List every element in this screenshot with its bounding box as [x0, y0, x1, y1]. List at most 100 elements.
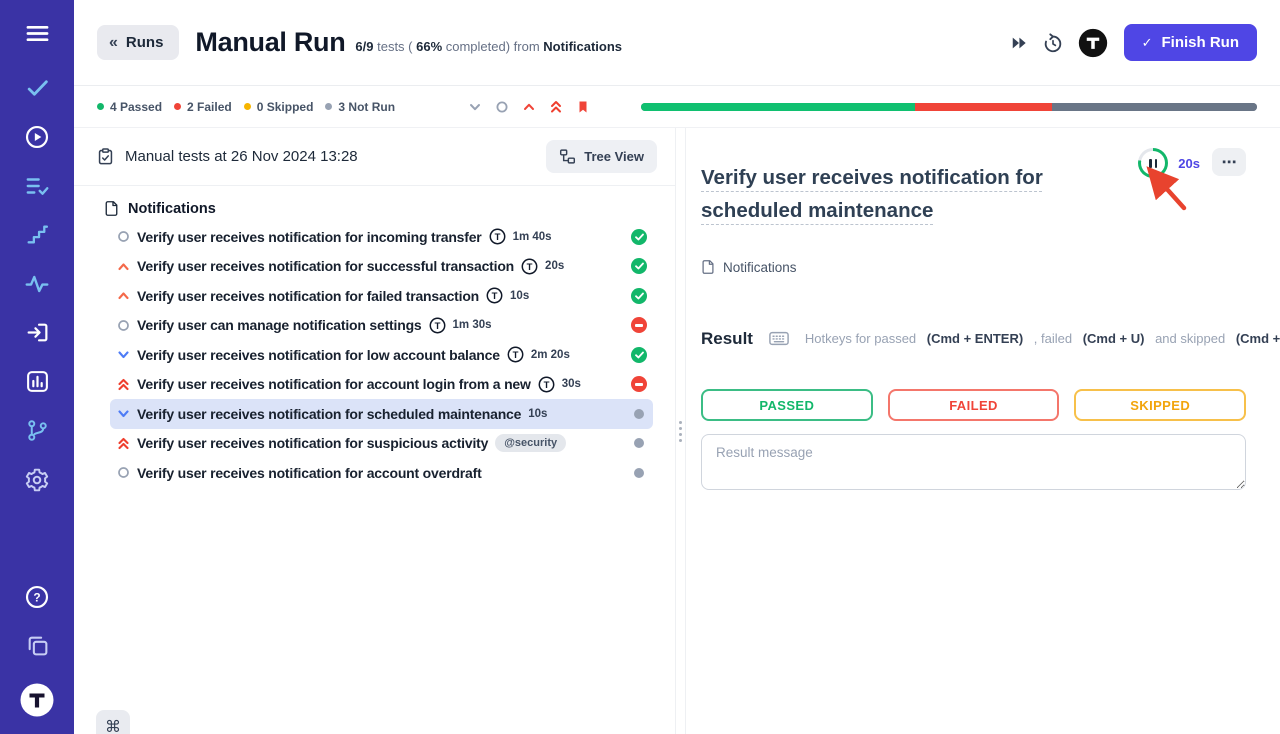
progress-source: Notifications — [543, 39, 622, 54]
double-chevron-up-icon[interactable] — [546, 97, 566, 117]
test-duration: 30s — [562, 378, 581, 390]
fast-forward-icon[interactable] — [1002, 26, 1036, 60]
sidebar: ? — [0, 0, 74, 734]
runs-icon[interactable] — [24, 123, 51, 150]
test-duration: 10s — [528, 408, 547, 420]
steps-icon[interactable] — [24, 221, 51, 248]
run-title: Manual tests at 26 Nov 2024 13:28 — [125, 148, 358, 165]
circle-icon[interactable] — [492, 97, 512, 117]
svg-text:T: T — [543, 380, 549, 391]
tree-view-icon — [559, 148, 576, 165]
priority-icon — [116, 260, 130, 273]
import-icon[interactable] — [24, 319, 51, 346]
test-title: Verify user receives notification for lo… — [137, 347, 500, 363]
test-list: Verify user receives notification for in… — [74, 222, 675, 488]
skipped-count: 0 Skipped — [244, 100, 314, 114]
hotkey-failed: (Cmd + U) — [1083, 331, 1145, 346]
progress-fraction: 6/9 — [355, 39, 373, 54]
test-title: Verify user receives notification for ac… — [137, 376, 531, 392]
test-row[interactable]: Verify user receives notification for lo… — [110, 340, 653, 370]
run-header: Manual tests at 26 Nov 2024 13:28 Tree V… — [74, 128, 675, 186]
timer-value: 20s — [1178, 156, 1200, 171]
timer-history-icon[interactable] — [1036, 26, 1070, 60]
result-message-input[interactable] — [701, 434, 1246, 490]
testomat-header-logo[interactable] — [1078, 28, 1108, 58]
svg-text:T: T — [492, 291, 498, 302]
test-row[interactable]: Verify user receives notification for in… — [110, 222, 653, 252]
testomat-badge-icon: T — [486, 287, 503, 304]
priority-icon — [116, 348, 130, 361]
branches-icon[interactable] — [24, 417, 51, 444]
menu-icon[interactable] — [24, 20, 51, 47]
testomat-badge-icon: T — [489, 228, 506, 245]
command-palette-button[interactable]: ⌘ — [96, 710, 130, 734]
test-title: Verify user can manage notification sett… — [137, 317, 422, 333]
result-heading: Result — [701, 329, 753, 349]
command-key-icon: ⌘ — [105, 717, 121, 734]
panel-divider — [675, 128, 686, 734]
test-row[interactable]: Verify user receives notification for fa… — [110, 281, 653, 311]
back-to-runs-button[interactable]: « Runs — [97, 25, 179, 60]
progress-segment — [915, 103, 1052, 111]
test-status-icon — [631, 258, 647, 274]
tests-icon[interactable] — [24, 74, 51, 101]
notrun-dot — [325, 103, 332, 110]
progress-segment — [1052, 103, 1257, 111]
test-row[interactable]: Verify user receives notification for su… — [110, 252, 653, 282]
finish-run-button[interactable]: ✓ Finish Run — [1124, 24, 1257, 61]
svg-text:T: T — [494, 232, 500, 243]
analytics-icon[interactable] — [24, 368, 51, 395]
test-detail-title[interactable]: Verify user receives notification for sc… — [701, 161, 1138, 227]
testomat-badge-icon: T — [521, 258, 538, 275]
help-icon[interactable]: ? — [24, 583, 51, 610]
bookmark-icon[interactable] — [573, 97, 593, 117]
progress-segment — [641, 103, 915, 111]
passed-button[interactable]: PASSED — [701, 389, 873, 421]
more-options-button[interactable]: ⋯ — [1212, 148, 1246, 176]
chevron-down-icon[interactable] — [465, 97, 485, 117]
progress-percent: 66% — [416, 39, 442, 54]
testomat-logo[interactable] — [19, 682, 55, 718]
projects-icon[interactable] — [24, 632, 51, 659]
breadcrumb[interactable]: Notifications — [701, 259, 1246, 275]
pulse-icon[interactable] — [24, 270, 51, 297]
test-row[interactable]: Verify user can manage notification sett… — [110, 311, 653, 341]
test-status-icon — [631, 376, 647, 392]
document-icon — [701, 259, 715, 275]
panel-resize-handle[interactable] — [679, 421, 682, 442]
test-tag: @security — [495, 434, 566, 452]
chevron-up-icon[interactable] — [519, 97, 539, 117]
notrun-count: 3 Not Run — [325, 100, 395, 114]
priority-icon — [116, 230, 130, 243]
run-progress-summary: 6/9 tests ( 66% completed) from Notifica… — [355, 39, 622, 54]
folder-row[interactable]: Notifications — [104, 200, 675, 217]
check-icon: ✓ — [1142, 35, 1153, 51]
hotkey-passed: (Cmd + ENTER) — [927, 331, 1023, 346]
test-row[interactable]: Verify user receives notification for sc… — [110, 399, 653, 429]
topbar: « Runs Manual Run 6/9 tests ( 66% comple… — [74, 0, 1280, 86]
failed-button[interactable]: FAILED — [888, 389, 1060, 421]
test-title: Verify user receives notification for ac… — [137, 465, 482, 481]
folder-label: Notifications — [128, 201, 216, 217]
tree-view-button[interactable]: Tree View — [546, 140, 657, 173]
priority-icon — [116, 436, 130, 450]
svg-text:?: ? — [33, 590, 40, 604]
status-bar: 4 Passed 2 Failed 0 Skipped 3 Not Run — [74, 86, 1280, 128]
settings-icon[interactable] — [24, 466, 51, 493]
test-status-icon — [634, 468, 647, 478]
skipped-button[interactable]: SKIPPED — [1074, 389, 1246, 421]
test-status-icon — [631, 347, 647, 363]
pause-timer-button[interactable] — [1138, 148, 1168, 178]
test-duration: 1m 40s — [513, 231, 552, 243]
back-label: Runs — [126, 34, 164, 51]
test-row[interactable]: Verify user receives notification for ac… — [110, 370, 653, 400]
plans-icon[interactable] — [24, 172, 51, 199]
test-title: Verify user receives notification for sc… — [137, 406, 521, 422]
detail-controls: 20s ⋯ — [1138, 148, 1246, 178]
test-title: Verify user receives notification for su… — [137, 258, 514, 274]
test-duration: 10s — [510, 290, 529, 302]
breadcrumb-label: Notifications — [723, 260, 797, 275]
test-row[interactable]: Verify user receives notification for ac… — [110, 458, 653, 488]
test-row[interactable]: Verify user receives notification for su… — [110, 429, 653, 459]
test-duration: 2m 20s — [531, 349, 570, 361]
